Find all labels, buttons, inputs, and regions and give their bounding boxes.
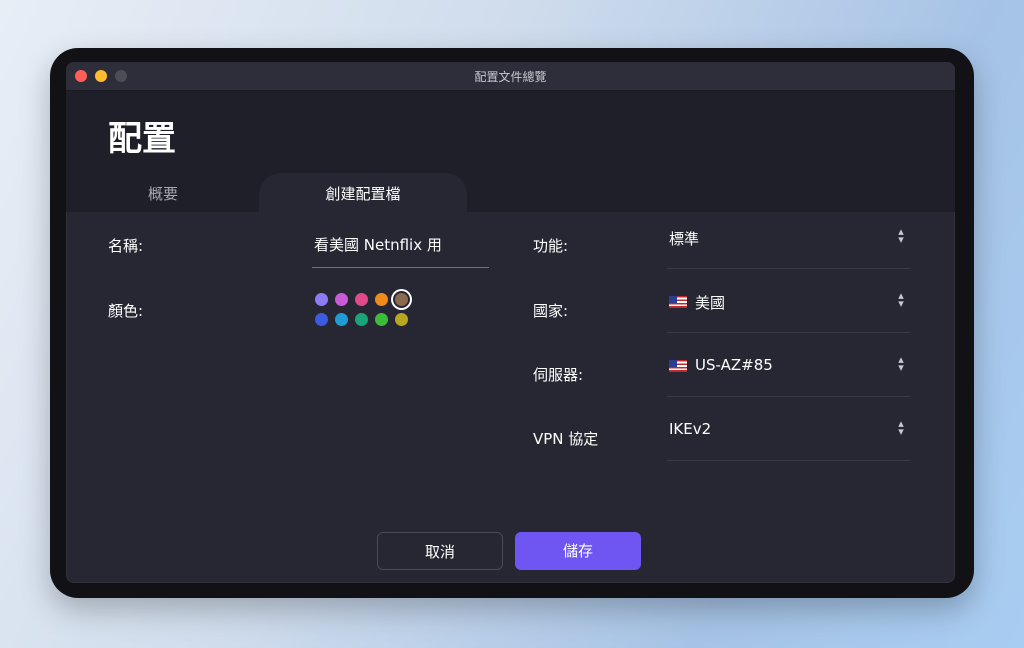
chevron-up-down-icon: ▴ ▾ (898, 289, 904, 310)
protocol-label: VPN 協定 (533, 430, 599, 448)
name-label: 名稱: (108, 237, 144, 255)
window-title: 配置文件總覽 (474, 70, 547, 84)
color-swatch[interactable] (355, 293, 368, 306)
function-select[interactable]: 標準 ▴ ▾ (667, 218, 910, 269)
app-window: 配置文件總覽 配置 概要 創建配置檔 名稱: 看美國 Netnflix 用 顏色… (66, 62, 955, 583)
server-value: US-AZ#85 (695, 356, 773, 374)
color-swatch[interactable] (375, 313, 388, 326)
server-select[interactable]: US-AZ#85 ▴ ▾ (667, 346, 910, 397)
color-swatch[interactable] (315, 313, 328, 326)
chevron-up-down-icon: ▴ ▾ (898, 353, 904, 374)
chevron-up-down-icon: ▴ ▾ (898, 225, 904, 246)
protocol-value: IKEv2 (669, 420, 712, 438)
color-swatch[interactable] (315, 293, 328, 306)
color-label: 顏色: (108, 302, 144, 320)
server-label: 伺服器: (533, 366, 584, 384)
country-label: 國家: (533, 302, 569, 320)
page-header: 配置 概要 創建配置檔 (66, 91, 955, 212)
function-value: 標準 (669, 230, 700, 248)
color-swatch[interactable] (375, 293, 388, 306)
color-swatch[interactable] (395, 313, 408, 326)
country-select[interactable]: 美國 ▴ ▾ (667, 282, 910, 333)
us-flag-icon (669, 296, 687, 308)
color-swatch[interactable] (335, 293, 348, 306)
name-input[interactable]: 看美國 Netnflix 用 (312, 230, 489, 268)
page-title: 配置 (108, 119, 176, 159)
color-swatch[interactable] (395, 293, 408, 306)
tab-create-profile[interactable]: 創建配置檔 (259, 183, 467, 204)
color-swatch[interactable] (355, 313, 368, 326)
title-bar: 配置文件總覽 (66, 62, 955, 91)
chevron-up-down-icon: ▴ ▾ (898, 417, 904, 438)
cancel-button[interactable]: 取消 (377, 532, 503, 570)
us-flag-icon (669, 360, 687, 372)
save-button[interactable]: 儲存 (515, 532, 641, 570)
protocol-select[interactable]: IKEv2 ▴ ▾ (667, 410, 910, 461)
tab-overview[interactable]: 概要 (148, 183, 178, 204)
country-value: 美國 (695, 294, 726, 312)
function-label: 功能: (533, 237, 569, 255)
color-swatch[interactable] (335, 313, 348, 326)
